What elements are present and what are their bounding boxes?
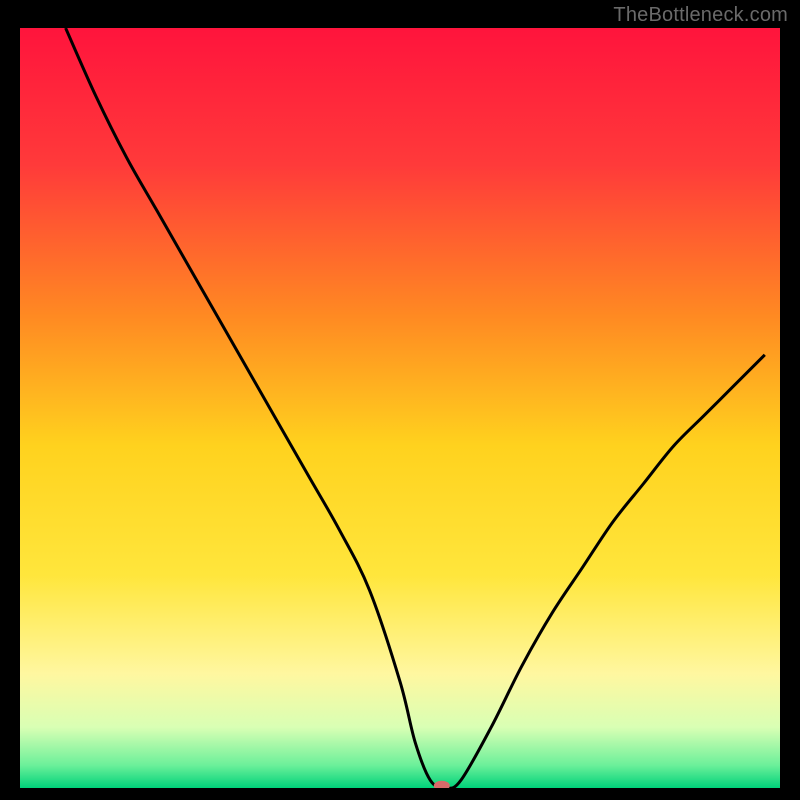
gradient-background bbox=[20, 28, 780, 788]
plot-area bbox=[20, 28, 780, 788]
bottleneck-chart bbox=[20, 28, 780, 788]
chart-frame: TheBottleneck.com bbox=[0, 0, 800, 800]
watermark-text: TheBottleneck.com bbox=[613, 4, 788, 27]
